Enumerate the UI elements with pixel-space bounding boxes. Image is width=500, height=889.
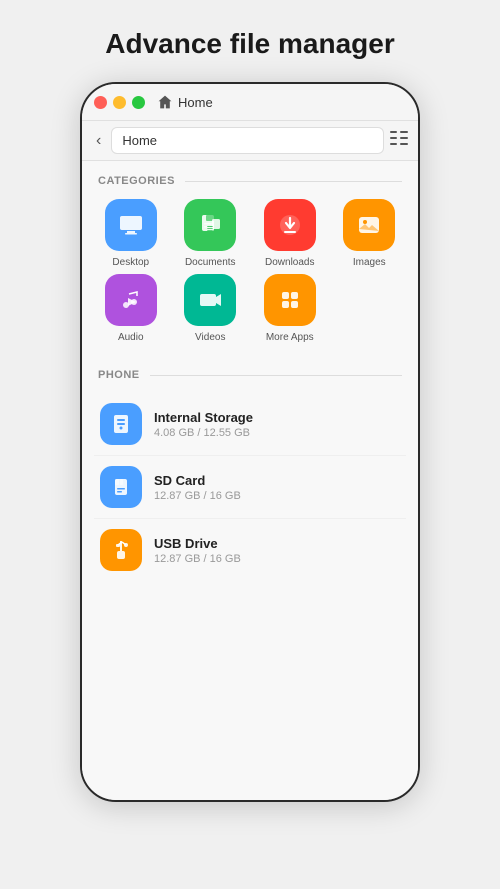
usb-info: USB Drive 12.87 GB / 16 GB — [154, 536, 241, 565]
usb-icon — [100, 529, 142, 571]
internal-storage-icon — [100, 403, 142, 445]
sdcard-name: SD Card — [154, 473, 241, 488]
phone-frame: Home ‹ CATEGORIES — [80, 82, 420, 802]
categories-divider — [185, 181, 402, 182]
minimize-button[interactable] — [113, 96, 126, 109]
back-button[interactable]: ‹ — [92, 130, 105, 152]
images-label: Images — [353, 257, 386, 268]
category-item-documents[interactable]: ≡ Documents — [174, 199, 248, 268]
documents-icon: ≡ — [184, 199, 236, 251]
desktop-icon — [105, 199, 157, 251]
downloads-icon — [264, 199, 316, 251]
content-area: CATEGORIES Desktop — [82, 161, 418, 800]
address-bar-row: ‹ — [82, 121, 418, 161]
category-item-moreapps[interactable]: More Apps — [253, 274, 327, 343]
close-button[interactable] — [94, 96, 107, 109]
home-title-area: Home — [157, 94, 213, 110]
svg-text:≡: ≡ — [207, 223, 213, 235]
categories-label: CATEGORIES — [98, 175, 175, 187]
list-view-icon[interactable] — [390, 130, 408, 151]
sdcard-info: SD Card 12.87 GB / 16 GB — [154, 473, 241, 502]
documents-label: Documents — [185, 257, 236, 268]
internal-storage-name: Internal Storage — [154, 410, 253, 425]
videos-icon — [184, 274, 236, 326]
category-item-audio[interactable]: Audio — [94, 274, 168, 343]
videos-label: Videos — [195, 332, 225, 343]
phone-divider — [150, 375, 402, 376]
storage-item-internal[interactable]: Internal Storage 4.08 GB / 12.55 GB — [94, 393, 406, 456]
storage-item-sdcard[interactable]: SD Card 12.87 GB / 16 GB — [94, 456, 406, 519]
category-item-videos[interactable]: Videos — [174, 274, 248, 343]
sdcard-size: 12.87 GB / 16 GB — [154, 490, 241, 502]
moreapps-label: More Apps — [266, 332, 314, 343]
category-grid: Desktop ≡ Documents — [82, 195, 418, 355]
storage-list: Internal Storage 4.08 GB / 12.55 GB SD C… — [82, 389, 418, 585]
usb-size: 12.87 GB / 16 GB — [154, 553, 241, 565]
internal-storage-info: Internal Storage 4.08 GB / 12.55 GB — [154, 410, 253, 439]
page-title: Advance file manager — [105, 28, 394, 60]
downloads-label: Downloads — [265, 257, 314, 268]
title-bar-label: Home — [178, 95, 213, 110]
maximize-button[interactable] — [132, 96, 145, 109]
category-item-downloads[interactable]: Downloads — [253, 199, 327, 268]
category-item-desktop[interactable]: Desktop — [94, 199, 168, 268]
title-bar: Home — [82, 84, 418, 121]
desktop-label: Desktop — [112, 257, 149, 268]
storage-item-usb[interactable]: USB Drive 12.87 GB / 16 GB — [94, 519, 406, 581]
images-icon — [343, 199, 395, 251]
address-input[interactable] — [111, 127, 384, 154]
sdcard-icon — [100, 466, 142, 508]
categories-section-header: CATEGORIES — [82, 161, 418, 195]
usb-name: USB Drive — [154, 536, 241, 551]
internal-storage-size: 4.08 GB / 12.55 GB — [154, 427, 253, 439]
category-item-images[interactable]: Images — [333, 199, 407, 268]
audio-icon — [105, 274, 157, 326]
phone-section-header: PHONE — [82, 355, 418, 389]
audio-label: Audio — [118, 332, 144, 343]
moreapps-icon — [264, 274, 316, 326]
traffic-lights — [94, 96, 145, 109]
phone-label: PHONE — [98, 369, 140, 381]
home-icon — [157, 94, 173, 110]
